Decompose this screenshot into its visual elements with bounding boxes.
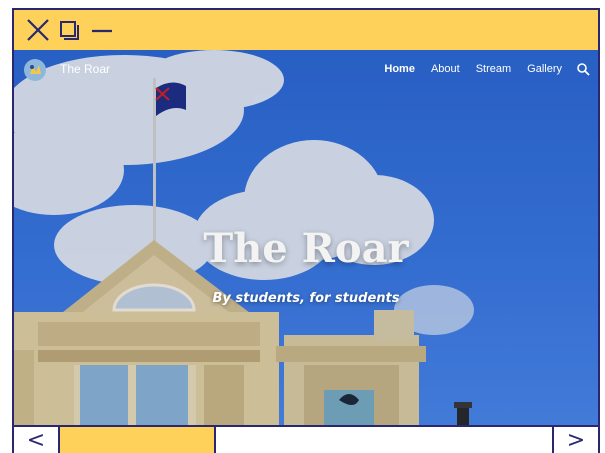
site-navbar: The Roar Home About Stream Gallery	[14, 50, 598, 94]
back-button[interactable]: <	[14, 427, 60, 453]
hero-title: The Roar	[203, 225, 409, 272]
site-logo[interactable]	[24, 59, 46, 81]
active-tab[interactable]	[60, 427, 216, 453]
close-icon[interactable]	[24, 16, 52, 44]
forward-button[interactable]: >	[552, 427, 598, 453]
nav-stream-link[interactable]: Stream	[476, 63, 511, 75]
site-name-link[interactable]: The Roar	[60, 62, 110, 76]
nav-links: Home About Stream Gallery	[384, 63, 562, 75]
hero-banner: The Roar Home About Stream Gallery The R…	[14, 50, 598, 427]
browser-frame: The Roar Home About Stream Gallery The R…	[0, 0, 605, 453]
nav-gallery-link[interactable]: Gallery	[527, 63, 562, 75]
hero-subtitle: By students, for students	[212, 291, 400, 306]
search-icon[interactable]	[576, 62, 590, 76]
restore-icon[interactable]	[56, 16, 84, 44]
nav-about-link[interactable]: About	[431, 63, 460, 75]
bottom-bar: < >	[12, 425, 600, 453]
nav-home-link[interactable]: Home	[384, 63, 415, 75]
minimize-icon[interactable]	[88, 16, 116, 44]
page-viewport: The Roar Home About Stream Gallery The R…	[12, 50, 600, 427]
title-bar	[12, 8, 600, 52]
